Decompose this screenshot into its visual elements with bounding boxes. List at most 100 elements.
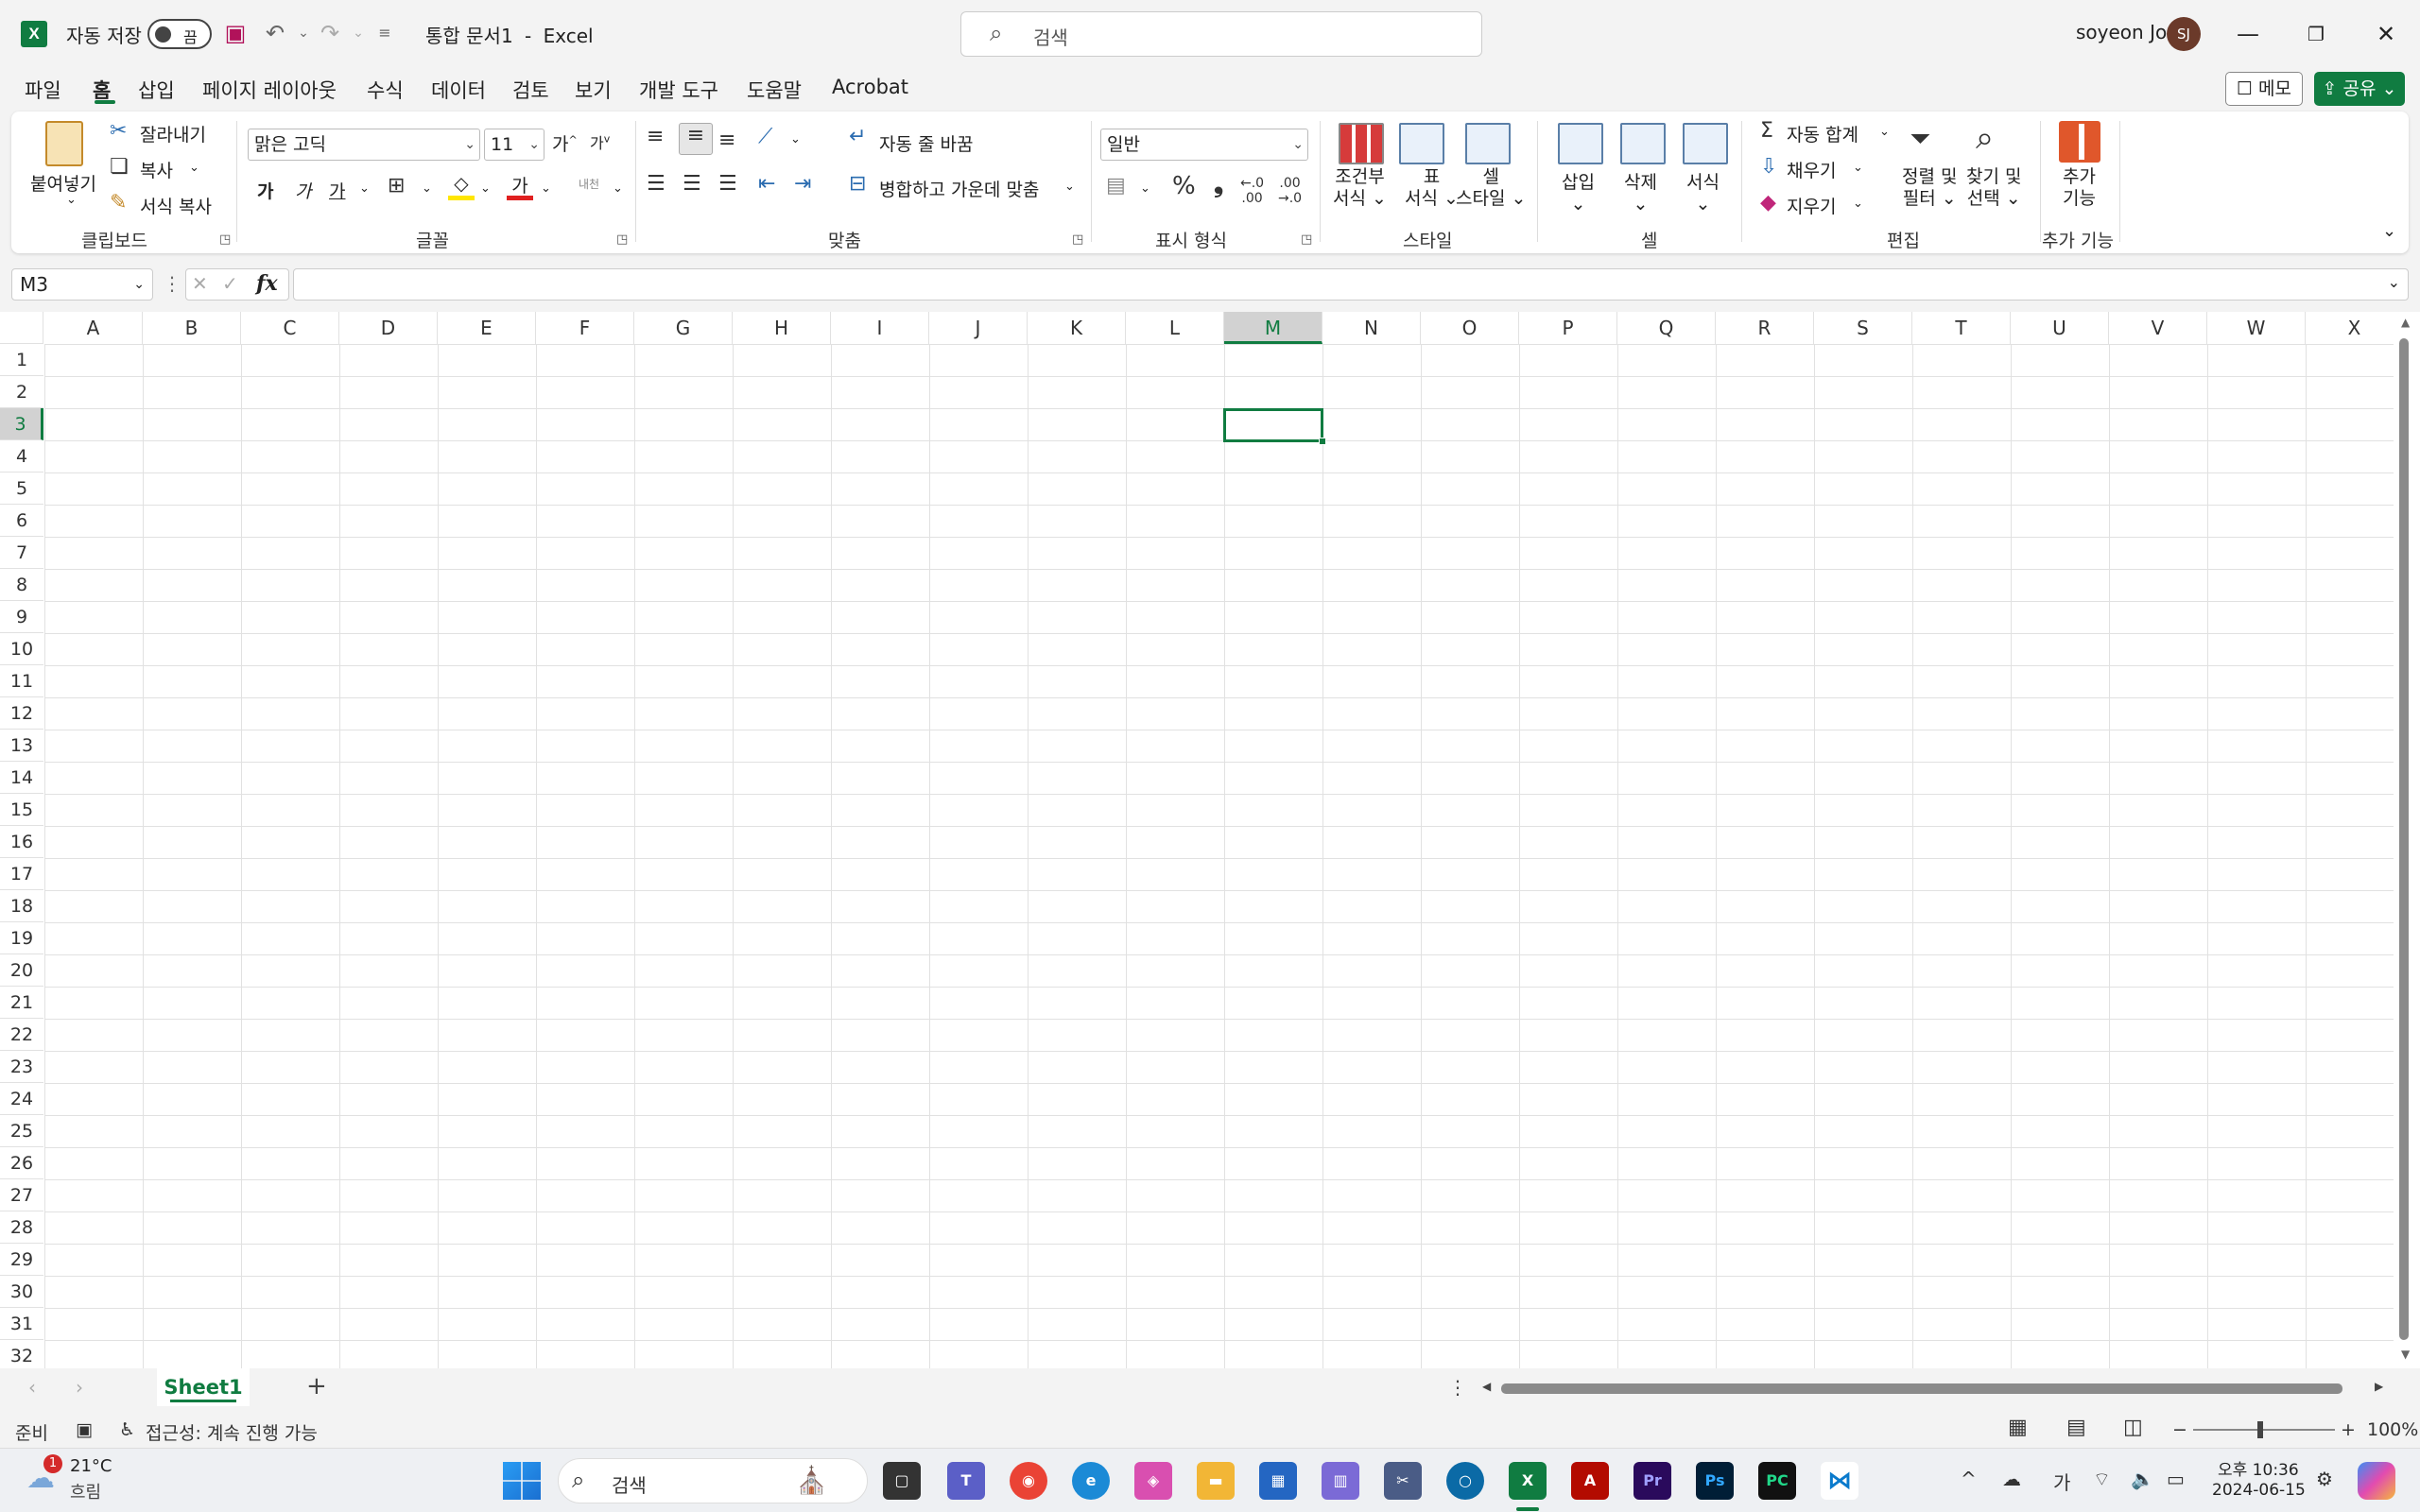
column-header-e[interactable]: E	[438, 312, 536, 344]
row-header-32[interactable]: 32	[0, 1340, 43, 1372]
column-header-f[interactable]: F	[536, 312, 634, 344]
customize-quick-access-icon[interactable]: ≡	[371, 17, 399, 49]
enter-icon[interactable]: ✓	[222, 272, 238, 295]
weather-temp[interactable]: 21°C	[70, 1456, 112, 1476]
accounting-dropdown-icon[interactable]: ⌄	[1140, 181, 1150, 196]
teams-icon[interactable]: T	[947, 1462, 985, 1500]
align-left-icon[interactable]: ☰	[647, 172, 666, 196]
tab-developer[interactable]: 개발 도구	[639, 76, 718, 104]
scroll-down-icon[interactable]: ▼	[2401, 1348, 2410, 1361]
wrap-text-button[interactable]: 자동 줄 바꿈	[879, 130, 973, 156]
column-header-g[interactable]: G	[634, 312, 733, 344]
horizontal-scroll-thumb[interactable]	[1501, 1383, 2342, 1394]
sort-filter-icon[interactable]: ⏷	[1910, 123, 1930, 155]
row-header-22[interactable]: 22	[0, 1019, 43, 1051]
column-header-t[interactable]: T	[1912, 312, 2011, 344]
file-explorer-icon[interactable]: ▬	[1197, 1462, 1235, 1500]
row-header-16[interactable]: 16	[0, 826, 43, 858]
copy-icon[interactable]: ❏	[110, 155, 129, 179]
zoom-level[interactable]: 100%	[2367, 1419, 2418, 1440]
align-right-icon[interactable]: ☰	[718, 172, 737, 196]
cell-styles-button[interactable]: 셀 스타일 ⌄	[1456, 166, 1526, 210]
pycharm-icon[interactable]: PC	[1758, 1462, 1796, 1500]
borders-icon[interactable]: ⊞	[388, 174, 405, 198]
row-header-10[interactable]: 10	[0, 633, 43, 665]
align-top-icon[interactable]: ≡	[647, 125, 664, 148]
phonetic-dropdown-icon[interactable]: ⌄	[613, 181, 623, 196]
premiere-icon[interactable]: Pr	[1634, 1462, 1671, 1500]
column-header-o[interactable]: O	[1421, 312, 1519, 344]
phonetic-icon[interactable]: 내천	[579, 176, 599, 192]
user-name[interactable]: soyeon Jo	[2076, 21, 2167, 43]
avatar[interactable]: SJ	[2167, 17, 2201, 51]
weather-desc[interactable]: 흐림	[70, 1479, 101, 1503]
column-header-q[interactable]: Q	[1617, 312, 1716, 344]
row-header-21[interactable]: 21	[0, 987, 43, 1019]
scroll-right-icon[interactable]: ▶	[2375, 1380, 2383, 1393]
underline-button[interactable]: 가	[329, 178, 345, 203]
cancel-icon[interactable]: ✕	[192, 272, 208, 295]
row-header-7[interactable]: 7	[0, 537, 43, 569]
percent-style-icon[interactable]: %	[1172, 172, 1196, 200]
number-format-select[interactable]: 일반 ⌄	[1100, 129, 1308, 161]
close-icon[interactable]: ✕	[2358, 13, 2414, 55]
row-header-25[interactable]: 25	[0, 1115, 43, 1147]
row-header-11[interactable]: 11	[0, 665, 43, 697]
redo-icon[interactable]: ↷	[316, 17, 344, 49]
row-header-15[interactable]: 15	[0, 794, 43, 826]
clear-dropdown-icon[interactable]: ⌄	[1853, 197, 1863, 211]
column-header-v[interactable]: V	[2109, 312, 2207, 344]
memo-button[interactable]: ☐ 메모	[2225, 72, 2303, 106]
column-header-w[interactable]: W	[2207, 312, 2306, 344]
add-ins-icon[interactable]	[2059, 121, 2100, 163]
insert-cells-icon[interactable]	[1558, 123, 1603, 164]
wrap-text-icon[interactable]: ↵	[849, 125, 866, 148]
row-header-31[interactable]: 31	[0, 1308, 43, 1340]
row-header-23[interactable]: 23	[0, 1051, 43, 1083]
borders-dropdown-icon[interactable]: ⌄	[422, 181, 432, 196]
row-header-19[interactable]: 19	[0, 922, 43, 954]
cell-area[interactable]	[44, 344, 2394, 1368]
vertical-scroll-thumb[interactable]	[2399, 338, 2409, 1340]
next-sheet-icon[interactable]: ›	[76, 1376, 83, 1399]
column-header-r[interactable]: R	[1716, 312, 1814, 344]
name-box[interactable]: M3 ⌄	[11, 268, 153, 301]
fill-dropdown-icon[interactable]: ⌄	[1853, 161, 1863, 175]
windows-start-icon[interactable]	[503, 1462, 541, 1500]
autosum-icon[interactable]: Σ	[1760, 119, 1773, 143]
photoshop-icon[interactable]: Ps	[1696, 1462, 1734, 1500]
cut-button[interactable]: 잘라내기	[140, 121, 206, 146]
fill-handle[interactable]	[1319, 438, 1326, 445]
row-header-28[interactable]: 28	[0, 1211, 43, 1244]
macro-record-icon[interactable]: ▣	[76, 1419, 93, 1440]
copy-dropdown-icon[interactable]: ⌄	[189, 161, 199, 175]
page-break-view-icon[interactable]: ◫	[2123, 1416, 2143, 1439]
row-header-20[interactable]: 20	[0, 954, 43, 987]
battery-icon[interactable]: ▭	[2167, 1468, 2185, 1490]
zoom-out-icon[interactable]: −	[2172, 1419, 2187, 1440]
cut-icon[interactable]: ✂	[110, 119, 127, 143]
row-header-18[interactable]: 18	[0, 890, 43, 922]
row-header-1[interactable]: 1	[0, 344, 43, 376]
clear-icon[interactable]: ◆	[1760, 191, 1776, 215]
format-cells-button[interactable]: 서식 ⌄	[1686, 168, 1720, 215]
circle-app-icon[interactable]: ○	[1446, 1462, 1484, 1500]
row-header-13[interactable]: 13	[0, 730, 43, 762]
row-header-9[interactable]: 9	[0, 601, 43, 633]
edge-icon[interactable]: e	[1072, 1462, 1110, 1500]
row-header-24[interactable]: 24	[0, 1083, 43, 1115]
store-icon[interactable]: ▦	[1259, 1462, 1297, 1500]
format-as-table-button[interactable]: 표 서식 ⌄	[1405, 166, 1459, 210]
bold-button[interactable]: 가	[257, 178, 273, 203]
column-header-j[interactable]: J	[929, 312, 1028, 344]
font-color-dropdown-icon[interactable]: ⌄	[541, 181, 551, 196]
zoom-slider-thumb[interactable]	[2257, 1421, 2263, 1438]
increase-indent-icon[interactable]: ⇥	[794, 172, 811, 196]
fill-color-dropdown-icon[interactable]: ⌄	[480, 181, 491, 196]
column-header-c[interactable]: C	[241, 312, 339, 344]
restore-icon[interactable]: ❐	[2288, 13, 2344, 55]
accessibility-icon[interactable]: ♿	[119, 1419, 135, 1440]
selected-cell[interactable]	[1223, 408, 1326, 445]
horizontal-scrollbar[interactable]: ◀ ▶	[1482, 1380, 2390, 1399]
clipboard-launcher-icon[interactable]: ◳	[219, 232, 231, 247]
